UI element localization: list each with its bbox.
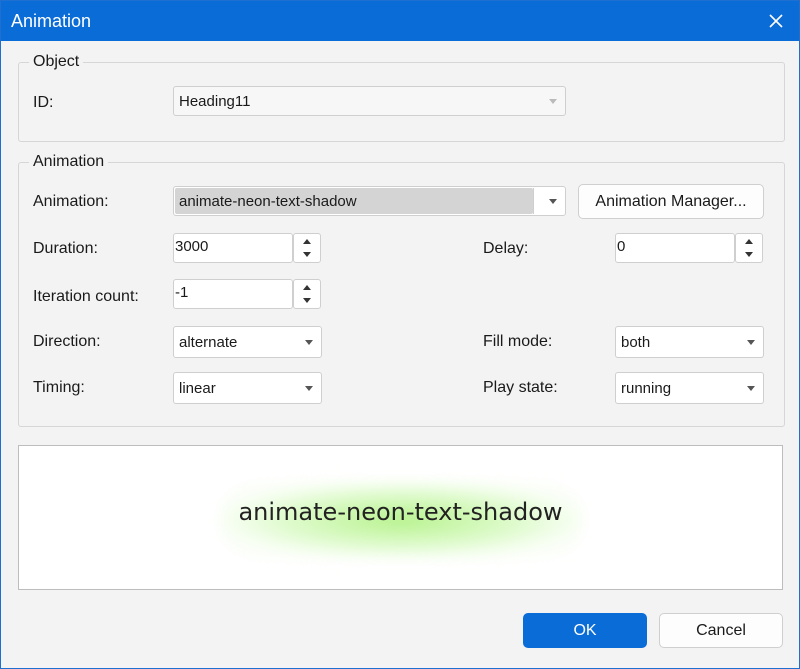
direction-value: alternate — [179, 334, 238, 351]
animation-label: Animation: — [33, 193, 109, 210]
arrow-up-icon — [303, 239, 311, 244]
iteration-count-value: -1 — [175, 284, 189, 301]
animation-manager-button[interactable]: Animation Manager... — [578, 184, 764, 219]
duration-value: 3000 — [175, 238, 209, 255]
timing-label: Timing: — [33, 379, 85, 396]
id-value: Heading11 — [179, 93, 251, 110]
arrow-up-icon — [745, 239, 753, 244]
delay-spin-buttons — [735, 233, 763, 263]
fill-mode-select[interactable]: both — [615, 326, 764, 358]
animation-legend: Animation — [29, 153, 109, 171]
preview-text: animate-neon-text-shadow — [238, 498, 563, 526]
direction-select[interactable]: alternate — [173, 326, 322, 358]
delay-value: 0 — [617, 238, 626, 255]
animation-group: Animation Animation: animate-neon-text-s… — [18, 153, 785, 427]
animation-select[interactable]: animate-neon-text-shadow — [173, 186, 566, 216]
arrow-down-icon — [303, 298, 311, 303]
duration-input[interactable]: 3000 — [173, 233, 293, 263]
iteration-count-input[interactable]: -1 — [173, 279, 293, 309]
chevron-down-icon — [747, 386, 755, 391]
chevron-down-icon — [305, 386, 313, 391]
iteration-down-button[interactable] — [294, 294, 320, 308]
combo-separator — [533, 188, 534, 214]
timing-value: linear — [179, 380, 216, 397]
id-select[interactable]: Heading11 — [173, 86, 566, 116]
object-legend: Object — [29, 53, 84, 71]
duration-up-button[interactable] — [294, 234, 320, 248]
arrow-up-icon — [303, 285, 311, 290]
close-icon — [769, 14, 783, 28]
fill-mode-value: both — [621, 334, 651, 351]
timing-select[interactable]: linear — [173, 372, 322, 404]
chevron-down-icon — [549, 199, 557, 204]
iteration-count-label: Iteration count: — [33, 288, 139, 305]
title-bar: Animation — [1, 1, 799, 41]
play-state-label: Play state: — [483, 379, 558, 396]
duration-spin-buttons — [293, 233, 321, 263]
animation-preview: animate-neon-text-shadow — [18, 445, 783, 590]
arrow-down-icon — [303, 252, 311, 257]
cancel-button[interactable]: Cancel — [659, 613, 783, 648]
fill-mode-label: Fill mode: — [483, 333, 553, 350]
delay-up-button[interactable] — [736, 234, 762, 248]
duration-stepper[interactable]: 3000 — [173, 233, 322, 263]
window-title: Animation — [11, 11, 92, 31]
arrow-down-icon — [745, 252, 753, 257]
delay-down-button[interactable] — [736, 248, 762, 262]
play-state-value: running — [621, 380, 672, 397]
chevron-down-icon — [747, 340, 755, 345]
chevron-down-icon — [549, 99, 557, 104]
direction-label: Direction: — [33, 333, 101, 350]
id-label: ID: — [33, 94, 54, 111]
delay-label: Delay: — [483, 240, 529, 257]
duration-label: Duration: — [33, 240, 98, 257]
iteration-up-button[interactable] — [294, 280, 320, 294]
play-state-select[interactable]: running — [615, 372, 764, 404]
object-group: Object ID: Heading11 — [18, 53, 785, 142]
duration-down-button[interactable] — [294, 248, 320, 262]
iteration-spin-buttons — [293, 279, 321, 309]
animation-dialog: Animation Object ID: Heading11 Animation… — [0, 0, 800, 669]
delay-stepper[interactable]: 0 — [615, 233, 764, 263]
close-button[interactable] — [753, 1, 799, 41]
chevron-down-icon — [305, 340, 313, 345]
ok-button[interactable]: OK — [523, 613, 647, 648]
animation-value: animate-neon-text-shadow — [179, 193, 357, 210]
delay-input[interactable]: 0 — [615, 233, 735, 263]
iteration-count-stepper[interactable]: -1 — [173, 279, 322, 309]
